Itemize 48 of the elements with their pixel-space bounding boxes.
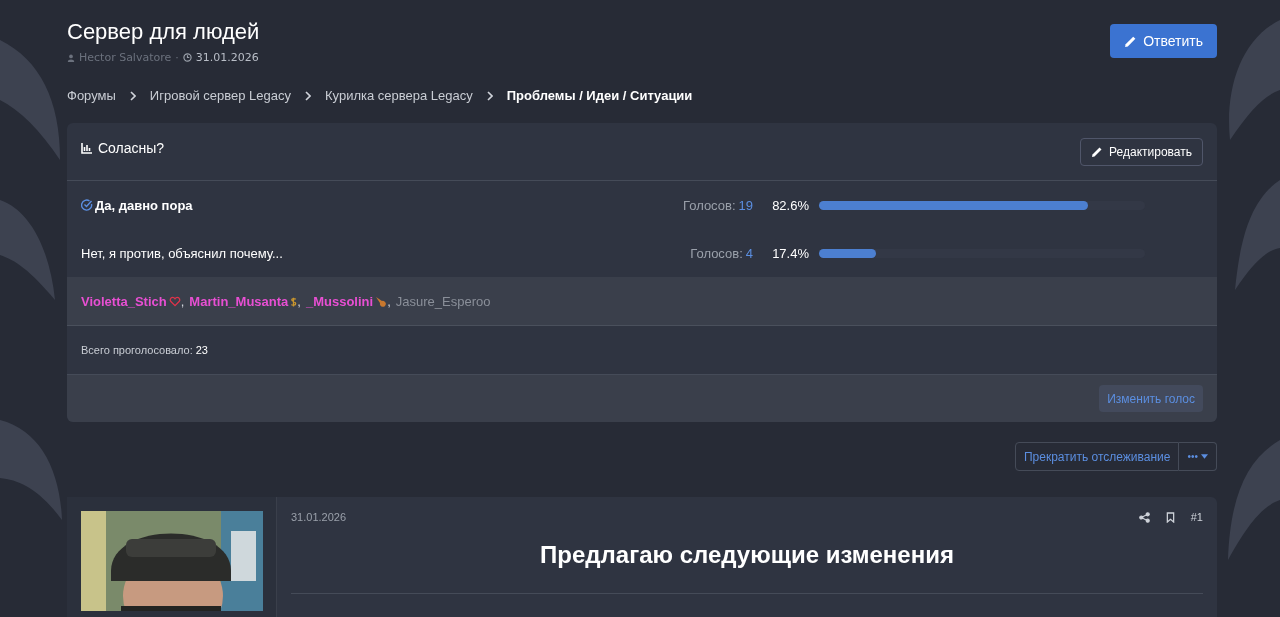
- voter-link[interactable]: Jasure_Esperoo: [395, 294, 491, 309]
- voter-link[interactable]: Martin_Musanta: [189, 294, 289, 309]
- comma: ,: [297, 294, 301, 309]
- votes-count: 4: [745, 245, 753, 261]
- votes-label: Голосов:: [690, 245, 743, 261]
- meta-separator: ·: [175, 51, 179, 64]
- chevron-icon: [129, 90, 136, 101]
- thread-title: Сервер для людей: [67, 18, 260, 46]
- share-icon[interactable]: [1138, 511, 1150, 523]
- dollar-icon: [290, 295, 298, 308]
- total-label: Всего проголосовало:: [81, 344, 193, 356]
- vote-percent: 17.4%: [771, 245, 809, 261]
- user-icon: [67, 53, 75, 62]
- chevron-icon: [486, 90, 493, 101]
- voter-link[interactable]: _Mussolini: [305, 294, 374, 309]
- voter-link[interactable]: Violetta_Stich: [81, 294, 167, 309]
- more-button[interactable]: •••: [1179, 442, 1217, 471]
- edit-button[interactable]: Редактировать: [1080, 137, 1203, 166]
- heart-icon: [168, 296, 181, 307]
- bookmark-icon[interactable]: [1165, 511, 1175, 523]
- thread-date: 31.01.2026: [195, 51, 259, 64]
- chevron-icon: [304, 90, 311, 101]
- comma: ,: [387, 294, 391, 309]
- clock-icon: [182, 53, 192, 62]
- unwatch-button[interactable]: Прекратить отслеживание: [1014, 442, 1180, 471]
- breadcrumb-link[interactable]: Игровой сервер Legacy: [149, 88, 291, 103]
- breadcrumb-link[interactable]: Форумы: [67, 88, 116, 103]
- comet-icon: [375, 295, 388, 308]
- caret-icon: [1201, 454, 1208, 459]
- comma: ,: [180, 294, 185, 309]
- option-label: Да, давно пора: [95, 197, 193, 213]
- poll-title: Соласны?: [98, 139, 165, 156]
- pencil-icon: [1124, 34, 1138, 48]
- vote-percent: 82.6%: [771, 197, 809, 213]
- bar-chart-icon: [81, 141, 93, 154]
- breadcrumb-link[interactable]: Курилка сервера Legacy: [324, 88, 473, 103]
- change-vote-button[interactable]: Изменить голос: [1099, 385, 1203, 412]
- votes-label: Голосов:: [683, 197, 736, 213]
- option-label: Нет, я против, объяснил почему...: [81, 245, 283, 261]
- author-link[interactable]: Hector Salvatore: [79, 51, 172, 64]
- breadcrumb-link[interactable]: Проблемы / Идеи / Ситуации: [506, 88, 693, 103]
- reply-button[interactable]: Ответить: [1110, 24, 1217, 58]
- post-heading: Предлагаю следующие изменения: [539, 541, 955, 569]
- pencil-icon: [1091, 145, 1104, 158]
- post-number[interactable]: #1: [1190, 511, 1203, 523]
- votes-count: 19: [738, 197, 753, 213]
- total-count: 23: [195, 344, 208, 356]
- post-date: 31.01.2026: [291, 511, 347, 523]
